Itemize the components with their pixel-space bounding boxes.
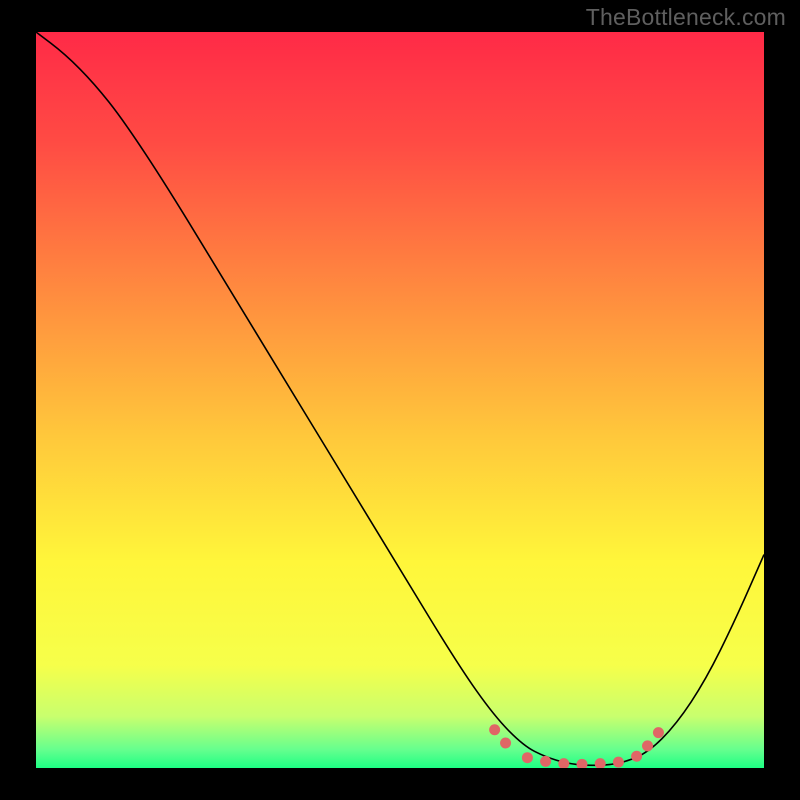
highlight-dot: [642, 740, 653, 751]
highlight-dot: [653, 727, 664, 738]
watermark-text: TheBottleneck.com: [586, 4, 786, 31]
highlight-dot: [631, 751, 642, 762]
highlight-dot: [613, 757, 624, 768]
plot-area: [36, 32, 764, 768]
highlight-dot: [489, 724, 500, 735]
chart-frame: TheBottleneck.com: [0, 0, 800, 800]
highlight-dot: [522, 752, 533, 763]
highlight-dot: [500, 737, 511, 748]
highlight-dot: [540, 756, 551, 767]
gradient-bg: [36, 32, 764, 768]
chart-svg: [36, 32, 764, 768]
